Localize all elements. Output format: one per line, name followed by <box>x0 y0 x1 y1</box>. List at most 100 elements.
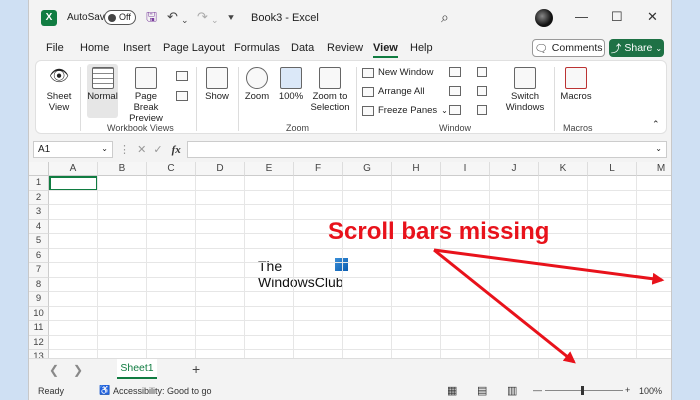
cancel-icon[interactable]: ✕ <box>137 144 146 156</box>
row-header-12[interactable]: 12 <box>29 335 49 350</box>
split-icon[interactable] <box>449 67 461 77</box>
row-header-10[interactable]: 10 <box>29 306 49 321</box>
accessibility-status[interactable]: Accessibility: Good to go <box>113 386 212 396</box>
menu-bar: File Home Insert Page Layout Formulas Da… <box>29 38 671 60</box>
chevron-down-icon[interactable]: ⌄ <box>655 144 662 153</box>
custom-views-icon[interactable] <box>176 91 188 101</box>
zoom-level[interactable]: 100% <box>639 386 662 396</box>
column-header-e[interactable]: E <box>245 162 294 176</box>
tab-file[interactable]: File <box>46 42 64 54</box>
sync-scroll-icon[interactable] <box>477 86 487 96</box>
avatar[interactable] <box>535 9 553 27</box>
column-header-b[interactable]: B <box>98 162 147 176</box>
zoom-to-selection-button[interactable]: Zoom to Selection <box>309 67 351 113</box>
undo-icon[interactable]: ↶ <box>167 9 178 25</box>
page-break-view-icon[interactable]: ▥ <box>507 384 517 397</box>
undo-dropdown-icon[interactable]: ⌄ <box>181 12 189 28</box>
row-header-6[interactable]: 6 <box>29 248 49 263</box>
tab-formulas[interactable]: Formulas <box>234 42 280 54</box>
tab-page-layout[interactable]: Page Layout <box>163 42 225 54</box>
row-header-1[interactable]: 1 <box>29 176 49 191</box>
fx-icon[interactable]: fx <box>172 144 181 156</box>
redo-dropdown-icon[interactable]: ⌄ <box>211 12 219 28</box>
grid-icon <box>91 67 114 89</box>
name-box[interactable]: A1 ⌄ <box>33 141 113 158</box>
tab-review[interactable]: Review <box>327 42 363 54</box>
maximize-icon[interactable]: ☐ <box>611 9 623 25</box>
worksheet-grid[interactable]: The WindowsClub A B C D E F G H I J K L M 1 2 3 4 5 6 7 8 9 10… <box>29 162 671 358</box>
collapse-ribbon-icon[interactable]: ⌃ <box>652 119 660 130</box>
close-icon[interactable]: ✕ <box>647 9 658 25</box>
autosave-toggle[interactable]: Off <box>104 10 136 25</box>
toggle-knob <box>108 14 116 22</box>
tab-data[interactable]: Data <box>291 42 314 54</box>
tab-help[interactable]: Help <box>410 42 433 54</box>
column-header-l[interactable]: L <box>588 162 637 176</box>
row-header-7[interactable]: 7 <box>29 263 49 278</box>
tab-view[interactable]: View <box>373 42 398 58</box>
row-header-8[interactable]: 8 <box>29 277 49 292</box>
unhide-icon[interactable] <box>449 105 461 115</box>
accessibility-icon[interactable]: ♿ <box>99 385 110 396</box>
chevron-down-icon: ⌄ <box>441 106 448 115</box>
view-side-by-side-icon[interactable] <box>477 67 487 77</box>
column-header-a[interactable]: A <box>49 162 98 176</box>
row-header-13[interactable]: 13 <box>29 350 49 358</box>
column-header-j[interactable]: J <box>490 162 539 176</box>
arrange-all-button[interactable]: Arrange All <box>362 86 424 97</box>
customize-toolbar-icon[interactable]: ⯆ <box>227 11 235 27</box>
gridline <box>49 291 671 292</box>
row-header-4[interactable]: 4 <box>29 219 49 234</box>
zoom-out-icon[interactable]: — <box>533 385 542 395</box>
add-sheet-button[interactable]: + <box>192 361 200 377</box>
hide-icon[interactable] <box>449 86 461 96</box>
column-header-g[interactable]: G <box>343 162 392 176</box>
zoom-100-icon <box>280 67 302 89</box>
page-break-preview-button[interactable]: Page Break Preview <box>122 67 170 124</box>
sheet-view-button[interactable]: 👁 Sheet View <box>44 67 74 113</box>
column-header-c[interactable]: C <box>147 162 196 176</box>
row-header-9[interactable]: 9 <box>29 292 49 307</box>
formula-input[interactable]: ⌄ <box>187 141 667 158</box>
zoom-button[interactable]: Zoom <box>242 67 272 102</box>
column-header-d[interactable]: D <box>196 162 245 176</box>
reset-position-icon[interactable] <box>477 105 487 115</box>
zoom-slider[interactable] <box>545 390 623 391</box>
freeze-panes-button[interactable]: Freeze Panes ⌄ <box>362 105 448 116</box>
minimize-icon[interactable]: — <box>575 9 588 24</box>
zoom-in-icon[interactable]: + <box>625 385 630 395</box>
column-header-h[interactable]: H <box>392 162 441 176</box>
normal-view-icon[interactable]: ▦ <box>447 384 457 397</box>
row-header-11[interactable]: 11 <box>29 321 49 336</box>
column-header-k[interactable]: K <box>539 162 588 176</box>
zoom-slider-thumb[interactable] <box>581 386 584 395</box>
zoom-100-button[interactable]: 100% <box>277 67 305 102</box>
page-layout-view-icon[interactable]: ▤ <box>477 384 487 397</box>
comments-button[interactable]: 🗨 Comments <box>532 39 605 57</box>
row-header-5[interactable]: 5 <box>29 234 49 249</box>
switch-windows-button[interactable]: Switch Windows <box>503 67 547 113</box>
search-icon[interactable]: ⌕ <box>441 9 449 26</box>
row-header-3[interactable]: 3 <box>29 205 49 220</box>
tab-home[interactable]: Home <box>80 42 109 54</box>
new-window-button[interactable]: New Window <box>362 67 433 78</box>
gridline <box>49 334 671 336</box>
normal-view-button[interactable]: Normal <box>87 67 118 102</box>
save-icon[interactable]: 🖫 <box>146 9 157 25</box>
page-layout-icon[interactable] <box>176 71 188 81</box>
column-header-f[interactable]: F <box>294 162 343 176</box>
row-header-2[interactable]: 2 <box>29 190 49 205</box>
show-button[interactable]: Show <box>202 67 232 102</box>
share-button[interactable]: ⤴ Share ⌄ <box>609 39 664 57</box>
next-sheet-icon[interactable]: ❯ <box>73 363 83 377</box>
column-header-m[interactable]: M <box>637 162 671 176</box>
enter-icon[interactable]: ✓ <box>153 144 162 156</box>
select-all-corner[interactable] <box>29 162 49 176</box>
tab-insert[interactable]: Insert <box>123 42 151 54</box>
sheet-tab-sheet1[interactable]: Sheet1 <box>117 359 157 379</box>
prev-sheet-icon[interactable]: ❮ <box>49 363 59 377</box>
gridline <box>49 262 671 263</box>
column-header-i[interactable]: I <box>441 162 490 176</box>
redo-icon[interactable]: ↷ <box>197 9 208 25</box>
macros-button[interactable]: Macros <box>558 67 594 102</box>
